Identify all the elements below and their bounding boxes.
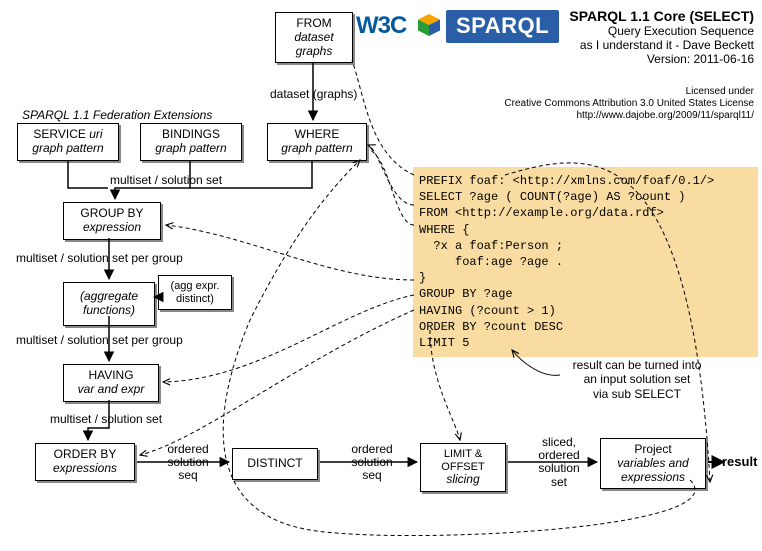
service-subtitle: graph pattern — [24, 142, 112, 156]
header-version: Version: 2011-06-16 — [569, 52, 754, 66]
aggregate-note-box: (agg expr. distinct) — [158, 275, 232, 310]
cube-icon — [418, 14, 440, 36]
orderby-box: ORDER BY expressions — [35, 443, 135, 481]
having-title: HAVING — [70, 369, 152, 383]
code-l7: } — [419, 271, 426, 285]
code-l2: SELECT ?age ( COUNT(?age) AS ?count ) — [419, 190, 685, 204]
code-l5: ?x a foaf:Person ; — [419, 239, 563, 253]
from-title: FROM — [282, 17, 346, 31]
license-line2: Creative Commons Attribution 3.0 United … — [504, 98, 754, 110]
service-title-italic: uri — [89, 127, 102, 141]
sub-select-text: result can be turned intoan input soluti… — [573, 358, 702, 401]
distinct-title: DISTINCT — [239, 457, 311, 471]
aggregate-box: (aggregate functions) — [63, 282, 155, 326]
license-block: Licensed under Creative Commons Attribut… — [504, 86, 754, 122]
aggregate-note-l2: distinct) — [176, 293, 214, 305]
limit-offset-box: LIMIT & OFFSET slicing — [420, 443, 506, 492]
service-box: SERVICE uri graph pattern — [17, 123, 119, 161]
ordered-seq-text-2: orderedsolutionseq — [351, 442, 392, 482]
service-title-text: SERVICE — [33, 127, 89, 141]
federation-extensions-label: SPARQL 1.1 Federation Extensions — [22, 109, 212, 122]
code-l8: GROUP BY ?age — [419, 287, 513, 301]
groupby-box: GROUP BY expression — [63, 202, 161, 240]
header-subtitle: Query Execution Sequence — [569, 24, 754, 38]
code-l4: WHERE { — [419, 223, 469, 237]
ordered-seq-text-1: orderedsolutionseq — [167, 442, 208, 482]
label-ordered-seq-1: orderedsolutionseq — [158, 443, 218, 483]
label-ms-1: multiset / solution set — [110, 174, 222, 187]
label-ordered-seq-2: orderedsolutionseq — [342, 443, 402, 483]
header-title: SPARQL 1.1 Core (SELECT) — [569, 8, 754, 24]
label-sliced-seq: sliced,orderedsolutionset — [530, 436, 588, 489]
bindings-title: BINDINGS — [147, 128, 235, 142]
label-ms-per-group-2: multiset / solution set per group — [16, 334, 183, 347]
orderby-subtitle: expressions — [42, 462, 128, 476]
having-box: HAVING var and expr — [63, 364, 159, 402]
from-box: FROM dataset graphs — [275, 12, 353, 63]
having-subtitle: var and expr — [70, 383, 152, 397]
project-box: Project variables and expressions — [600, 438, 706, 489]
code-l10: ORDER BY ?count DESC — [419, 320, 563, 334]
where-title: WHERE — [274, 128, 360, 142]
sub-select-annotation: result can be turned intoan input soluti… — [552, 358, 722, 401]
where-subtitle: graph pattern — [274, 142, 360, 156]
orderby-title: ORDER BY — [42, 448, 128, 462]
from-subtitle: dataset graphs — [282, 31, 346, 59]
header-block: SPARQL 1.1 Core (SELECT) Query Execution… — [569, 8, 754, 66]
license-line3: http://www.dajobe.org/2009/11/sparql11/ — [504, 110, 754, 122]
w3c-logo: W3C — [356, 12, 406, 40]
sparql-code-example: PREFIX foaf: <http://xmlns.com/foaf/0.1/… — [413, 167, 758, 357]
code-l3: FROM <http://example.org/data.rdf> — [419, 206, 664, 220]
groupby-title: GROUP BY — [70, 207, 154, 221]
code-l11: LIMIT 5 — [419, 336, 469, 350]
project-title: Project — [607, 443, 699, 457]
bindings-subtitle: graph pattern — [147, 142, 235, 156]
bindings-box: BINDINGS graph pattern — [140, 123, 242, 161]
w3c-text: W3C — [356, 12, 406, 39]
code-l6: foaf:age ?age . — [419, 255, 563, 269]
aggregate-label: (aggregate functions) — [70, 287, 148, 321]
limit-subtitle: slicing — [427, 473, 499, 487]
project-subtitle: variables and expressions — [607, 457, 699, 485]
groupby-subtitle: expression — [70, 221, 154, 235]
header-credit: as I understand it - Dave Beckett — [569, 38, 754, 52]
code-l9: HAVING (?count > 1) — [419, 304, 556, 318]
code-l1: PREFIX foaf: <http://xmlns.com/foaf/0.1/… — [419, 174, 714, 188]
distinct-box: DISTINCT — [232, 448, 318, 480]
sliced-seq-text: sliced,orderedsolutionset — [538, 435, 579, 489]
aggregate-note-l1: (agg expr. — [171, 280, 220, 292]
result-label: result — [722, 454, 757, 469]
where-box: WHERE graph pattern — [267, 123, 367, 161]
service-title: SERVICE uri — [24, 128, 112, 142]
sparql-text: SPARQL — [456, 13, 549, 38]
sparql-badge: SPARQL — [446, 10, 559, 43]
label-ms-2: multiset / solution set — [50, 413, 162, 426]
label-ms-per-group-1: multiset / solution set per group — [16, 252, 183, 265]
limit-title: LIMIT & OFFSET — [427, 448, 499, 473]
label-dataset-graphs: dataset (graphs) — [270, 88, 357, 101]
license-line1: Licensed under — [504, 86, 754, 98]
